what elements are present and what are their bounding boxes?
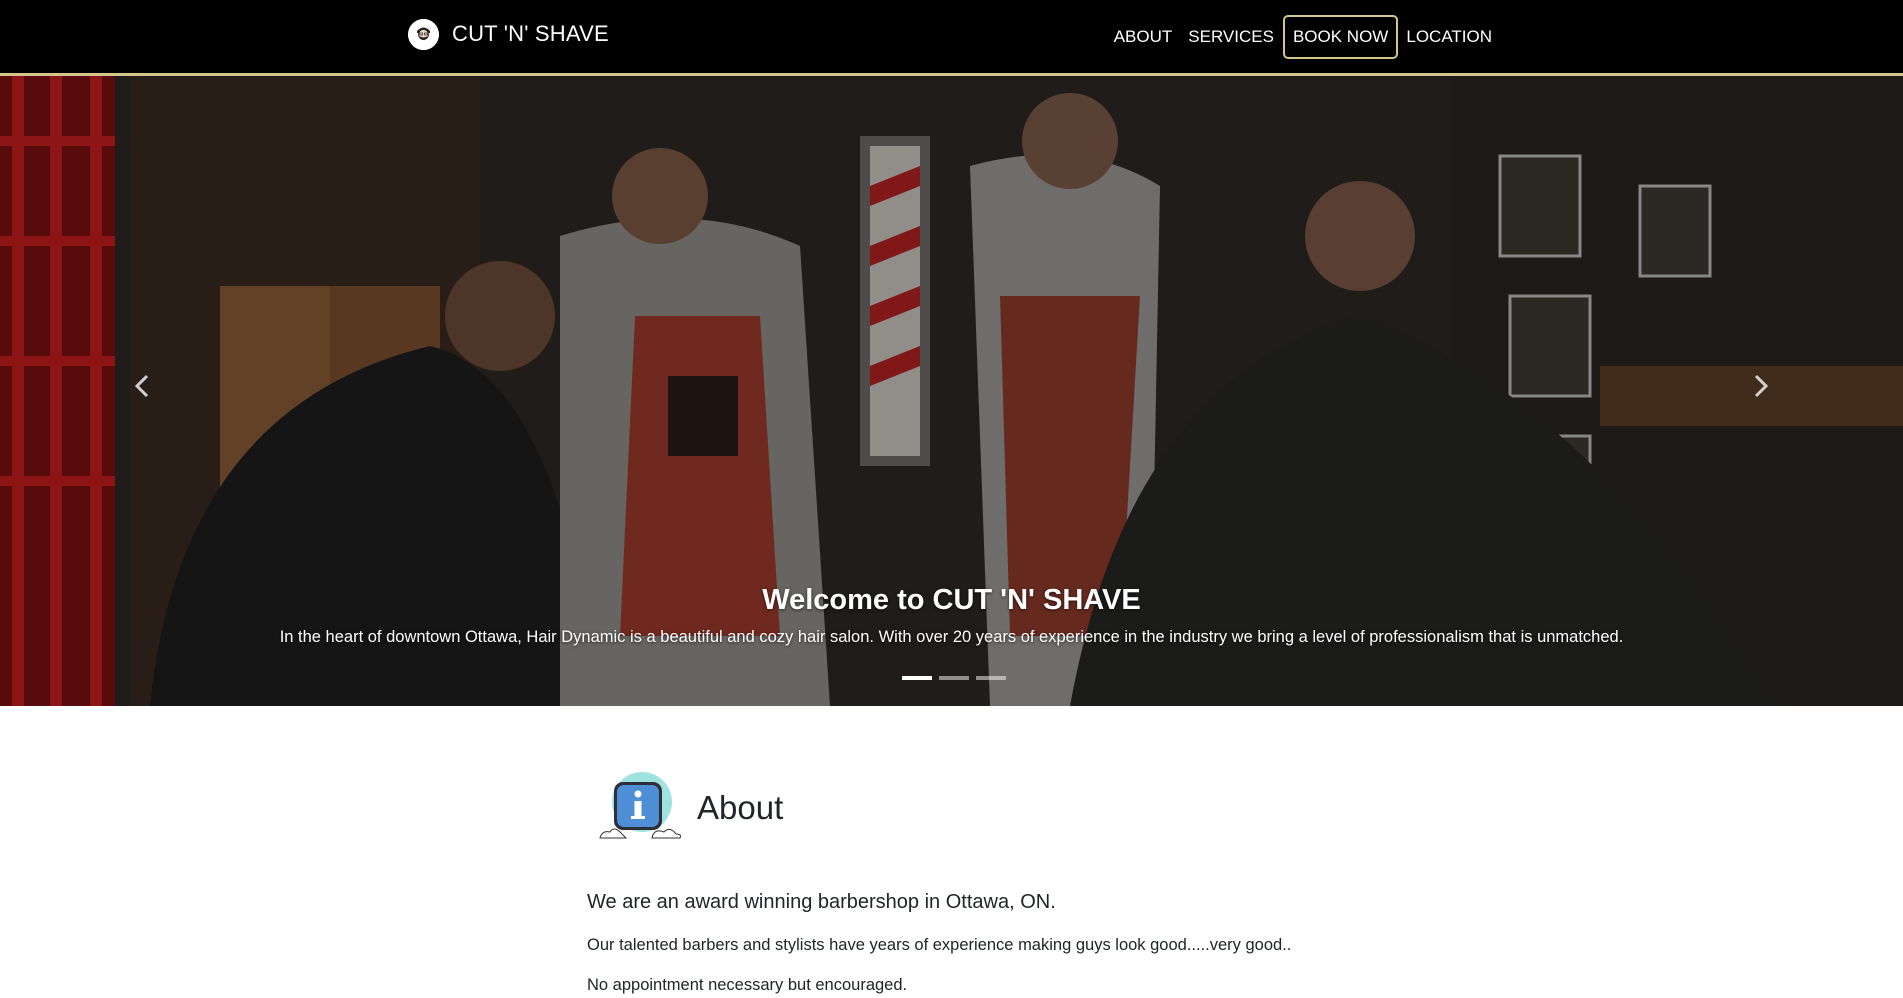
about-paragraph: No appointment necessary but encouraged. bbox=[587, 976, 908, 994]
nav-link-location[interactable]: LOCATION bbox=[1398, 15, 1500, 59]
info-icon bbox=[599, 772, 681, 839]
nav-link-services[interactable]: SERVICES bbox=[1180, 15, 1282, 59]
carousel-prev-button[interactable] bbox=[122, 366, 162, 406]
hero-subtitle: In the heart of downtown Ottawa, Hair Dy… bbox=[279, 628, 1624, 646]
brand-link[interactable]: CUT 'N' SHAVE bbox=[408, 17, 609, 51]
nav-link-about[interactable]: ABOUT bbox=[1106, 15, 1181, 59]
carousel-indicator-3[interactable] bbox=[976, 676, 1006, 680]
about-title: About bbox=[697, 789, 784, 826]
brand-name: CUT 'N' SHAVE bbox=[452, 21, 609, 46]
carousel-indicators bbox=[902, 676, 1006, 680]
chevron-left-icon bbox=[134, 374, 149, 398]
barber-logo-icon bbox=[408, 18, 439, 50]
top-navbar: CUT 'N' SHAVE ABOUT SERVICES BOOK NOW LO… bbox=[0, 0, 1903, 76]
about-paragraph: Our talented barbers and stylists have y… bbox=[587, 936, 1292, 954]
carousel-indicator-2[interactable] bbox=[939, 676, 969, 680]
about-lead: We are an award winning barbershop in Ot… bbox=[587, 891, 1056, 913]
about-heading: About bbox=[596, 770, 783, 846]
book-now-button[interactable]: BOOK NOW bbox=[1282, 15, 1399, 59]
hero-title: Welcome to CUT 'N' SHAVE bbox=[762, 584, 1141, 616]
chevron-right-icon bbox=[1754, 374, 1769, 398]
carousel-next-button[interactable] bbox=[1741, 366, 1781, 406]
carousel-indicator-1[interactable] bbox=[902, 676, 932, 680]
nav-links: ABOUT SERVICES BOOK NOW LOCATION bbox=[1106, 15, 1500, 59]
hero-carousel: Welcome to CUT 'N' SHAVE In the heart of… bbox=[0, 76, 1903, 706]
